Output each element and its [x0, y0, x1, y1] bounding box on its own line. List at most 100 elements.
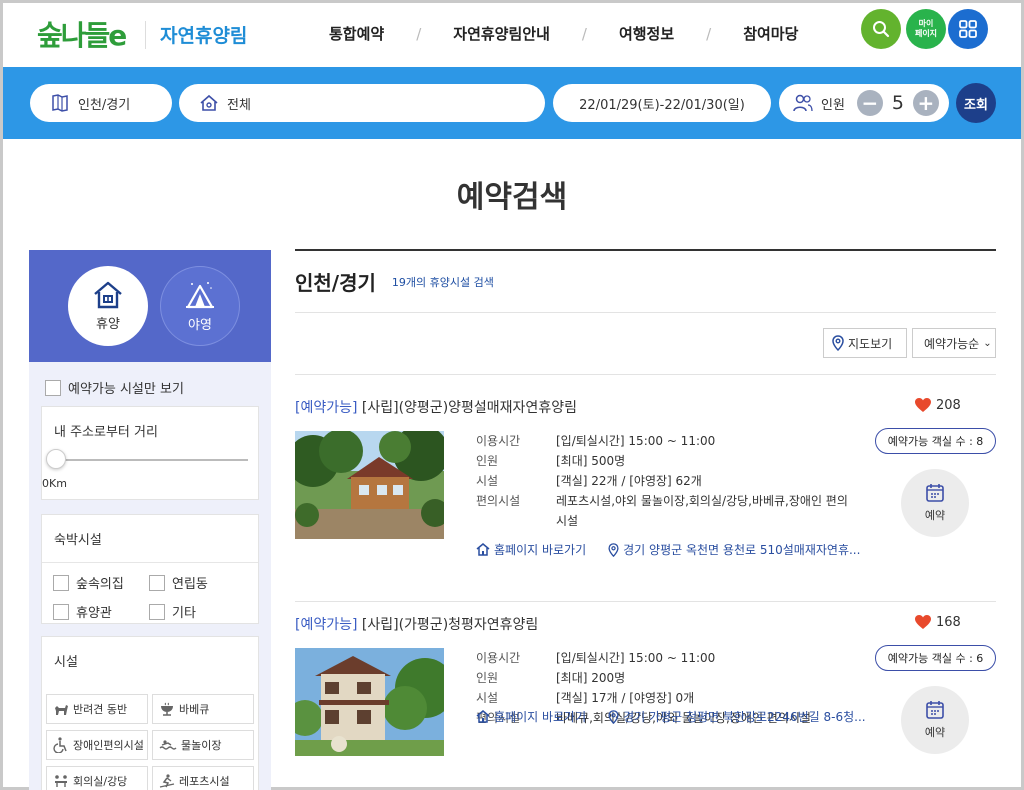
heart-icon [915, 615, 931, 629]
nav-item-reservation[interactable]: 통합예약 [329, 23, 384, 44]
book-button[interactable]: 예약 [901, 469, 969, 537]
info-value: [입/퇴실시간] 15:00 ~ 11:00 [556, 434, 716, 448]
nav-separator: / [706, 24, 712, 43]
distance-value: 0Km [42, 477, 67, 490]
query-button[interactable]: 조회 [956, 83, 996, 123]
nav-item-community[interactable]: 참여마당 [743, 23, 798, 44]
homepage-label: 홈페이지 바로가기 [494, 710, 587, 724]
sort-select[interactable]: 예약가능순 ⌄ [912, 328, 996, 358]
type-selector: 휴양 야영 [29, 250, 271, 362]
facility-option-label: 바베큐 [179, 703, 210, 716]
divider [295, 374, 996, 375]
address-label: 경기 양평군 옥천면 용천로 510설매재자연휴... [623, 543, 861, 557]
item-photo[interactable] [295, 431, 444, 539]
nav-item-forest-info[interactable]: 자연휴양림안내 [453, 23, 550, 44]
address-label: 경기 가평군 청평면 북한강로2246번길 8-6청... [623, 710, 866, 724]
wheelchair-icon [53, 737, 67, 753]
homepage-label: 홈페이지 바로가기 [494, 543, 587, 557]
checkbox-box[interactable] [149, 603, 165, 620]
lodging-option-label: 기타 [172, 606, 196, 621]
item-title[interactable]: [예약가능] [사립](양평군)양평설매재자연휴양림 [295, 397, 577, 417]
address-link[interactable]: 경기 가평군 청평면 북한강로2246번길 8-6청... [608, 708, 866, 725]
region-selector[interactable]: 인천/경기 [30, 84, 172, 122]
available-only-checkbox[interactable]: 예약가능 시설만 보기 [45, 378, 184, 397]
nav-separator: / [416, 24, 422, 43]
people-increase-button[interactable]: + [912, 90, 939, 116]
item-title[interactable]: [예약가능] [사립](가평군)청평자연휴양림 [295, 614, 538, 634]
all-menu-button[interactable] [948, 9, 988, 49]
logo[interactable]: 숲나들e [37, 13, 127, 55]
map-pin-icon [832, 335, 844, 351]
lodging-option[interactable]: 숲속의집 [53, 573, 149, 592]
item-links: 홈페이지 바로가기 경기 가평군 청평면 북한강로2246번길 8-6청... [476, 708, 866, 725]
available-only-label: 예약가능 시설만 보기 [68, 382, 184, 397]
facility-option-meeting[interactable]: 회의실/강당 [46, 766, 148, 790]
info-label: 시설 [476, 474, 499, 488]
region-title: 인천/경기 [295, 271, 376, 295]
item-status: [예약가능] [295, 617, 358, 633]
date-selector[interactable]: 22/01/29(토)-22/01/30(일) [553, 84, 771, 122]
book-button[interactable]: 예약 [901, 686, 969, 754]
type-camp-label: 야영 [188, 317, 212, 333]
item-photo[interactable] [295, 648, 444, 756]
lodging-option[interactable]: 기타 [149, 602, 245, 621]
distance-slider-track[interactable] [56, 459, 248, 461]
sort-value: 예약가능순 [924, 336, 980, 351]
mypage-label-line2: 페이지 [914, 29, 938, 38]
available-rooms-button[interactable]: 예약가능 객실 수 : 8 [875, 428, 996, 454]
search-button[interactable] [861, 9, 901, 49]
lodging-option-label: 휴양관 [76, 606, 112, 621]
facility-option-bbq[interactable]: 바베큐 [152, 694, 254, 724]
item-info: 이용시간 [입/퇴실시간] 15:00 ~ 11:00 인원 [최대] 500명 시… [476, 431, 854, 531]
checkbox-box[interactable] [45, 379, 61, 396]
site-name[interactable]: 자연휴양림 [160, 21, 247, 48]
dog-icon [55, 705, 68, 715]
info-label: 인원 [476, 671, 499, 685]
book-label: 예약 [924, 509, 946, 522]
homepage-link[interactable]: 홈페이지 바로가기 [476, 541, 586, 558]
facility-option-sports[interactable]: 레포츠시설 [152, 766, 254, 790]
nav-item-travel-info[interactable]: 여행정보 [619, 23, 674, 44]
like-button[interactable]: 168 [914, 614, 961, 630]
info-label: 이용시간 [476, 651, 521, 665]
like-button[interactable]: 208 [914, 397, 961, 413]
main-nav: 통합예약 / 자연휴양림안내 / 여행정보 / 참여마당 [329, 23, 798, 44]
area-selector[interactable]: 전체 [179, 84, 545, 122]
facility-option-pet[interactable]: 반려견 동반 [46, 694, 148, 724]
address-link[interactable]: 경기 양평군 옥천면 용천로 510설매재자연휴... [608, 541, 860, 558]
checkbox-box[interactable] [53, 603, 69, 620]
facility-option-label: 반려견 동반 [73, 703, 128, 716]
distance-slider-handle[interactable] [46, 449, 66, 469]
available-rooms-button[interactable]: 예약가능 객실 수 : 6 [875, 645, 996, 671]
filter-sidebar: 휴양 야영 예약가능 시설만 보기 내 주소로부터 거리 0Km 숙박시설 숲속… [29, 250, 271, 790]
lodging-option[interactable]: 연립동 [149, 573, 245, 592]
search-icon [873, 21, 890, 38]
facility-option-water[interactable]: 물놀이장 [152, 730, 254, 760]
area-value: 전체 [227, 97, 251, 113]
home-icon [476, 710, 490, 723]
facility-filter: 시설 반려견 동반 바베큐 장애인편의시설 물놀이장 회의실/강당 레포츠시설 [41, 636, 259, 790]
site-header: 숲나들e 자연휴양림 통합예약 / 자연휴양림안내 / 여행정보 / 참여마당 … [3, 3, 1021, 67]
type-rest-button[interactable]: 휴양 [68, 266, 148, 346]
book-label: 예약 [924, 726, 946, 739]
calendar-icon [926, 484, 944, 502]
checkbox-box[interactable] [149, 574, 165, 591]
like-count: 208 [936, 397, 961, 413]
forest-house-photo [295, 648, 444, 756]
facility-option-accessible[interactable]: 장애인편의시설 [46, 730, 148, 760]
meeting-icon [55, 775, 67, 787]
people-decrease-button[interactable]: − [856, 90, 883, 116]
mypage-button[interactable]: 마이 페이지 [906, 9, 946, 49]
homepage-link[interactable]: 홈페이지 바로가기 [476, 708, 586, 725]
type-camp-button[interactable]: 야영 [160, 266, 240, 346]
date-value: 22/01/29(토)-22/01/30(일) [579, 97, 745, 113]
nav-separator: / [581, 24, 587, 43]
home-icon [476, 543, 490, 556]
info-label: 시설 [476, 691, 499, 705]
people-selector: 인원 − 5 + [779, 84, 949, 122]
checkbox-box[interactable] [53, 574, 69, 591]
people-count: 5 [891, 92, 904, 114]
map-view-button[interactable]: 지도보기 [823, 328, 907, 358]
map-book-icon [52, 94, 68, 112]
lodging-option[interactable]: 휴양관 [53, 602, 149, 621]
